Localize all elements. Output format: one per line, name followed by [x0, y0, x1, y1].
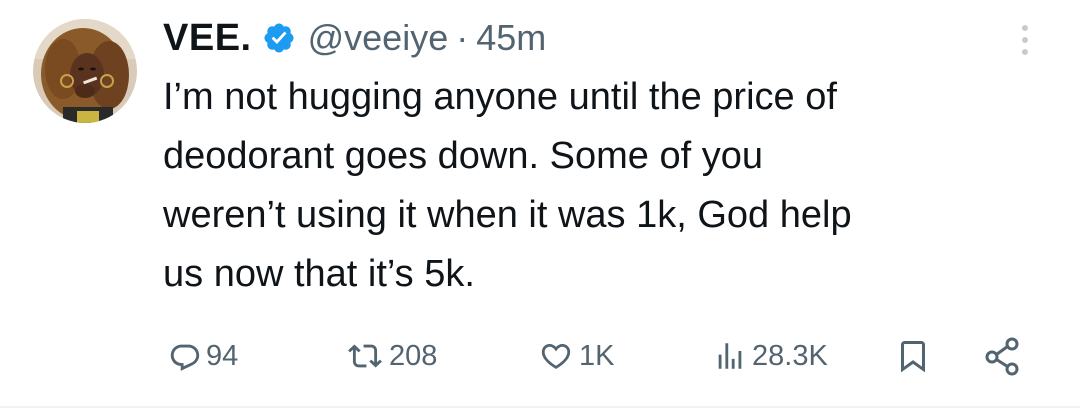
timestamp[interactable]: 45m	[476, 17, 546, 59]
bookmark-button[interactable]	[895, 332, 931, 380]
display-name[interactable]: VEE.	[163, 17, 252, 60]
action-bar: 94 208 1K 28.3K	[0, 332, 1080, 380]
views-button[interactable]: 28.3K	[712, 332, 828, 380]
reply-icon	[168, 339, 202, 373]
divider	[0, 406, 1080, 408]
retweet-count: 208	[389, 339, 438, 372]
tweet-text-line: weren’t using it when it was 1k, God hel…	[163, 194, 852, 236]
more-vertical-icon[interactable]	[1010, 20, 1040, 60]
reply-count: 94	[206, 339, 239, 372]
share-button[interactable]	[982, 332, 1022, 380]
retweet-button[interactable]: 208	[345, 332, 437, 380]
retweet-icon	[345, 339, 385, 373]
like-count: 1K	[579, 339, 615, 372]
tweet-text: I’m not hugging anyone until the price o…	[163, 68, 1043, 304]
tweet-header: VEE. @veeiye · 45m	[163, 14, 546, 62]
bookmark-icon	[895, 337, 931, 375]
reply-button[interactable]: 94	[168, 332, 238, 380]
avatar[interactable]	[33, 19, 137, 123]
tweet-text-line: I’m not hugging anyone until the price o…	[163, 76, 837, 118]
like-button[interactable]: 1K	[537, 332, 614, 380]
views-count: 28.3K	[752, 339, 828, 372]
verified-badge-icon	[262, 21, 296, 55]
heart-icon	[537, 339, 575, 373]
separator-dot: ·	[456, 17, 469, 58]
user-handle[interactable]: @veeiye	[308, 17, 449, 59]
views-icon	[712, 339, 748, 373]
tweet-text-line: deodorant goes down. Some of you	[163, 135, 763, 177]
share-icon	[982, 336, 1022, 376]
avatar-image	[33, 19, 137, 123]
tweet[interactable]: VEE. @veeiye · 45m I’m not hugging anyon…	[0, 0, 1080, 410]
tweet-text-line: us now that it’s 5k.	[163, 253, 475, 295]
